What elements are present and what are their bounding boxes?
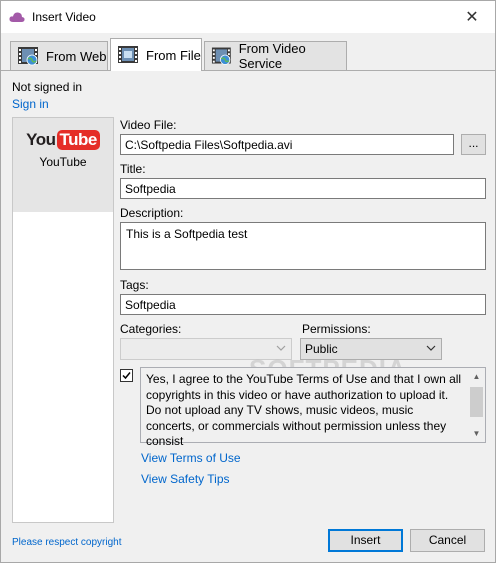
terms-textbox[interactable]: Yes, I agree to the YouTube Terms of Use… xyxy=(140,367,486,448)
chevron-down-icon xyxy=(276,345,286,351)
title-label: Title: xyxy=(120,162,146,176)
tab-from-file-label: From File xyxy=(146,47,201,63)
close-icon: ✕ xyxy=(465,9,479,26)
scroll-down-icon[interactable]: ▼ xyxy=(468,425,485,442)
video-file-field[interactable]: C:\Softpedia Files\Softpedia.avi xyxy=(120,134,454,155)
terms-scrollbar[interactable]: ▲ ▼ xyxy=(468,368,485,442)
cancel-button[interactable]: Cancel xyxy=(410,529,485,552)
film-globe-icon xyxy=(18,47,38,66)
permissions-label: Permissions: xyxy=(302,322,371,336)
title-bar: Insert Video ✕ xyxy=(1,1,495,33)
window-title: Insert Video xyxy=(32,10,96,24)
checkmark-icon xyxy=(122,372,131,380)
agree-terms-checkbox[interactable] xyxy=(120,369,133,382)
tags-field[interactable]: Softpedia xyxy=(120,294,486,315)
tab-from-file[interactable]: From File xyxy=(110,38,202,71)
tab-from-video-service[interactable]: From Video Service xyxy=(204,41,347,71)
youtube-logo: You Tube xyxy=(13,118,113,150)
cloud-icon xyxy=(9,12,25,22)
tags-label: Tags: xyxy=(120,278,149,292)
service-name: YouTube xyxy=(39,155,87,169)
insert-video-dialog: Insert Video ✕ From Web From File From V… xyxy=(0,0,496,563)
view-safety-tips-link[interactable]: View Safety Tips xyxy=(141,472,230,486)
title-field[interactable]: Softpedia xyxy=(120,178,486,199)
view-terms-link[interactable]: View Terms of Use xyxy=(141,451,241,465)
sign-in-link[interactable]: Sign in xyxy=(12,97,82,111)
description-label: Description: xyxy=(120,206,184,220)
source-tabs: From Web From File From Video Service xyxy=(10,38,490,71)
tab-from-web-label: From Web xyxy=(46,48,107,64)
terms-text: Yes, I agree to the YouTube Terms of Use… xyxy=(146,372,462,448)
service-item-youtube[interactable]: You Tube YouTube xyxy=(13,118,113,212)
tab-from-video-service-label: From Video Service xyxy=(238,41,306,71)
insert-button[interactable]: Insert xyxy=(328,529,403,552)
account-status: Not signed in Sign in xyxy=(12,80,82,111)
browse-button[interactable]: ... xyxy=(461,134,486,155)
description-field[interactable]: This is a Softpedia test xyxy=(120,222,486,270)
close-button[interactable]: ✕ xyxy=(449,1,495,33)
video-file-label: Video File: xyxy=(120,118,177,132)
tab-panel-divider xyxy=(1,70,495,71)
scroll-thumb[interactable] xyxy=(470,387,483,417)
chevron-down-icon xyxy=(426,345,436,351)
tab-from-web[interactable]: From Web xyxy=(10,41,108,70)
film-globe-icon xyxy=(211,47,231,65)
categories-label: Categories: xyxy=(120,322,182,336)
service-list: You Tube YouTube xyxy=(12,117,114,523)
youtube-logo-tube: Tube xyxy=(56,130,100,150)
youtube-logo-you: You xyxy=(26,130,56,149)
sign-in-status: Not signed in xyxy=(12,80,83,94)
film-file-icon xyxy=(118,46,138,63)
scroll-up-icon[interactable]: ▲ xyxy=(468,368,485,385)
copyright-note[interactable]: Please respect copyright xyxy=(12,537,122,548)
